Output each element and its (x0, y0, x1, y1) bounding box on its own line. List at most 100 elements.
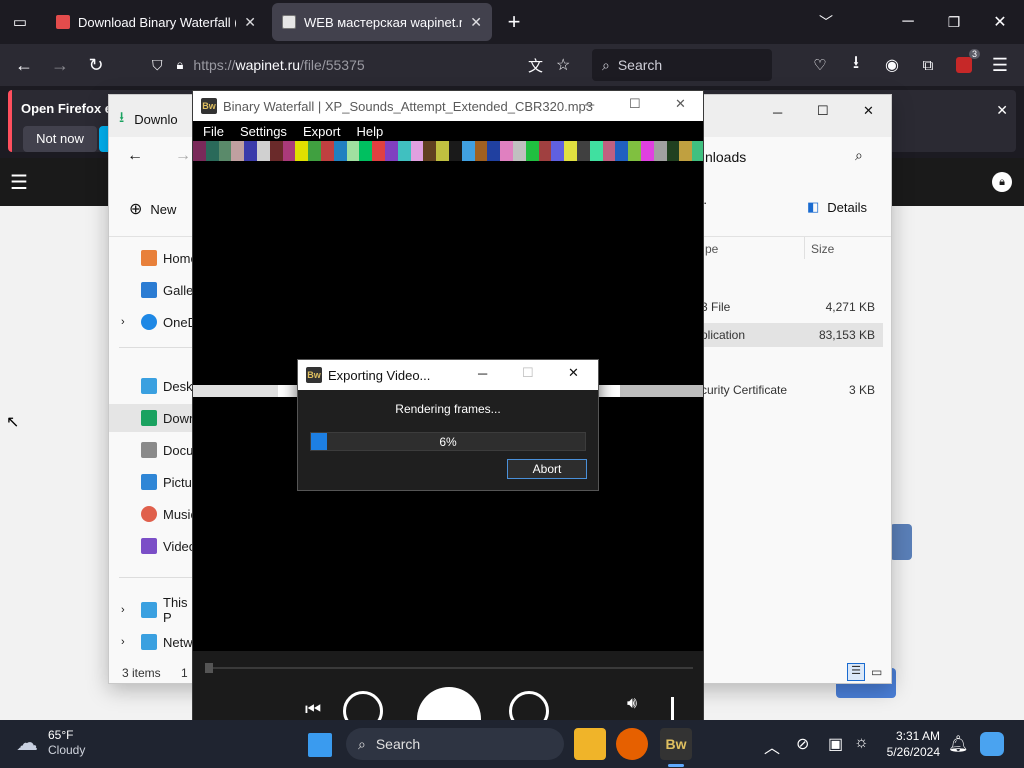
maximize-window-icon[interactable]: ☐ (629, 96, 641, 112)
taskbar-search[interactable]: ⌕ Search (346, 728, 564, 760)
forward-icon[interactable]: → (48, 53, 72, 77)
waterfall-pixel (551, 141, 565, 161)
menu-file[interactable]: File (203, 124, 224, 139)
close-notification-icon[interactable]: ✕ (996, 102, 1008, 119)
sidebar-item-gallery[interactable]: Galler (109, 276, 198, 304)
close-tab-icon[interactable]: ✕ (244, 14, 256, 31)
file-row[interactable]: curity Certificate 3 KB (693, 378, 883, 402)
url-text[interactable]: https://wapinet.ru/file/55375 (193, 57, 364, 73)
maximize-window-icon[interactable]: ☐ (817, 103, 829, 119)
menu-export[interactable]: Export (303, 124, 341, 139)
restore-window-icon[interactable]: ❐ (942, 10, 966, 34)
list-all-tabs-icon[interactable]: ▭ (8, 10, 32, 34)
translate-icon[interactable]: 文 (528, 55, 543, 76)
downloads-icon[interactable]: ⭳ (844, 52, 868, 77)
extension-app-icon[interactable]: 3 (952, 49, 980, 77)
file-row[interactable]: 3 File 4,271 KB (693, 295, 883, 319)
details-button[interactable]: ◧ Details (807, 199, 867, 215)
sidebar-item-pictures[interactable]: Pictu (109, 468, 193, 496)
show-hidden-icons-icon[interactable]: ︿ (764, 734, 780, 758)
seek-bar[interactable] (205, 667, 693, 669)
new-tab-icon[interactable]: + (502, 9, 526, 34)
volume-icon[interactable]: 🔊︎ (627, 695, 637, 713)
close-window-icon[interactable]: ✕ (568, 365, 579, 381)
sidebar-item-documents[interactable]: Docu (109, 436, 193, 464)
tab-download-binary-waterfall[interactable]: Download Binary Waterfall (Wi ✕ (46, 3, 266, 41)
weather-widget[interactable]: ☁ 65°F Cloudy (16, 728, 85, 758)
sidebar-item-home[interactable]: Home (109, 244, 198, 272)
abort-button[interactable]: Abort (507, 459, 587, 479)
pocket-icon[interactable]: ♡ (808, 53, 832, 77)
back-icon[interactable]: ← (127, 147, 143, 165)
notification-bell-icon[interactable]: 🔔︎ (948, 734, 968, 754)
forward-icon[interactable]: → (175, 147, 191, 165)
minimize-window-icon[interactable]: ─ (773, 105, 782, 120)
seek-handle[interactable] (205, 663, 213, 673)
lock-icon[interactable]: 🔒︎ (992, 172, 1012, 192)
explorer-tab[interactable]: ⭳ Downlo (119, 107, 178, 132)
search-icon[interactable]: ⌕ (855, 147, 863, 164)
volume-slider[interactable] (671, 697, 674, 721)
close-tab-icon[interactable]: ✕ (470, 14, 482, 31)
tab-wapinet[interactable]: WEB мастерская wapinet.ru - ✕ (272, 3, 492, 41)
onedrive-icon (141, 314, 157, 330)
chevron-down-icon[interactable]: ﹀ (814, 10, 838, 34)
file-row-selected[interactable]: plication 83,153 KB (693, 323, 883, 347)
firefox-taskbar-icon[interactable] (616, 728, 648, 760)
sidebar-item-this-pc[interactable]: › This P (109, 595, 193, 625)
brightness-icon[interactable]: ☼ (854, 734, 869, 752)
sidebar-item-onedrive[interactable]: › OneD (109, 308, 197, 336)
clock[interactable]: 3:31 AM 5/26/2024 (882, 728, 940, 760)
previous-icon[interactable]: ⏮ (305, 699, 321, 720)
hamburger-icon[interactable]: ☰ (10, 170, 28, 195)
waterfall-pixel (397, 141, 412, 161)
waterfall-pixel-row (193, 141, 703, 161)
forward-5-icon[interactable] (509, 691, 549, 721)
file-explorer-taskbar-icon[interactable] (574, 728, 606, 760)
file-size: 83,153 KB (818, 328, 875, 342)
copilot-icon[interactable] (980, 732, 1004, 756)
minimize-window-icon[interactable]: ─ (896, 10, 920, 34)
waterfall-pixel (692, 141, 703, 161)
close-window-icon[interactable]: ✕ (988, 10, 1012, 34)
expand-chevron-icon[interactable]: › (121, 604, 125, 616)
remote-display-icon[interactable]: ▣ (828, 734, 843, 754)
network-disconnected-icon[interactable]: ⊘ (796, 734, 809, 754)
address-breadcrumb[interactable]: nloads (705, 149, 746, 165)
minimize-window-icon[interactable]: ─ (585, 97, 594, 112)
column-size-header[interactable]: Size (811, 242, 834, 256)
url-bar[interactable]: ⛉ 🔒︎ https://wapinet.ru/file/55375 文 ☆ (144, 49, 584, 81)
minimize-window-icon[interactable]: ─ (478, 366, 487, 381)
shield-icon[interactable]: ⛉ (152, 57, 163, 74)
reload-icon[interactable]: ↻ (84, 53, 108, 77)
expand-chevron-icon[interactable]: › (121, 316, 125, 328)
menu-help[interactable]: Help (357, 124, 384, 139)
close-window-icon[interactable]: ✕ (675, 96, 686, 112)
extensions-icon[interactable]: ⧉ (916, 53, 940, 77)
sidebar-item-desktop[interactable]: Deskt (109, 372, 196, 400)
start-icon[interactable] (308, 733, 332, 757)
expand-chevron-icon[interactable]: › (121, 636, 125, 648)
sidebar-item-downloads[interactable]: Down (109, 404, 196, 432)
account-icon[interactable]: ◉ (880, 53, 904, 77)
binary-waterfall-taskbar-icon[interactable]: Bw (660, 728, 692, 760)
new-button[interactable]: ⊕ New (129, 199, 176, 219)
maximize-window-icon[interactable]: ☐ (522, 365, 534, 381)
file-size: 3 KB (848, 383, 875, 397)
menu-settings[interactable]: Settings (240, 124, 287, 139)
not-now-button[interactable]: Not now (23, 126, 97, 152)
list-view-icon[interactable]: ☰ (847, 663, 865, 681)
lock-icon[interactable]: 🔒︎ (177, 57, 184, 73)
rewind-5-icon[interactable] (343, 691, 383, 721)
bookmark-star-icon[interactable]: ☆ (556, 55, 570, 75)
back-icon[interactable]: ← (12, 53, 36, 77)
column-type-header[interactable]: pe (705, 242, 718, 256)
tiles-view-icon[interactable]: ▭ (871, 665, 882, 679)
menu-icon[interactable]: ☰ (988, 53, 1012, 77)
play-icon[interactable] (417, 687, 481, 721)
sidebar-item-videos[interactable]: Video (109, 532, 196, 560)
search-input[interactable]: ⌕ Search (592, 49, 772, 81)
sidebar-item-network[interactable]: › Netw (109, 628, 193, 656)
close-window-icon[interactable]: ✕ (863, 103, 874, 119)
sidebar-item-music[interactable]: Music (109, 500, 197, 528)
